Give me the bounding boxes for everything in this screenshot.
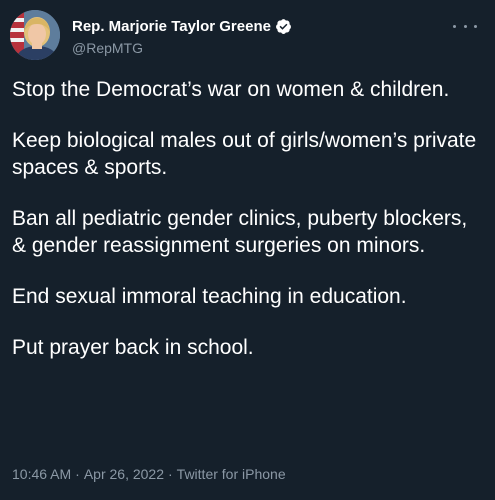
tweet-date[interactable]: Apr 26, 2022	[84, 466, 164, 482]
author-display-name[interactable]: Rep. Marjorie Taylor Greene	[72, 18, 271, 35]
more-horizontal-icon	[453, 24, 456, 28]
tweet-card: Rep. Marjorie Taylor Greene @RepMTG Stop…	[0, 0, 495, 500]
more-options-button[interactable]	[453, 18, 477, 34]
tweet-paragraph: Stop the Democrat’s war on women & child…	[12, 78, 450, 101]
meta-separator: ·	[75, 466, 80, 482]
tweet-paragraph: Put prayer back in school.	[12, 336, 254, 359]
tweet-source[interactable]: Twitter for iPhone	[177, 466, 286, 482]
author-handle[interactable]: @RepMTG	[72, 40, 143, 56]
tweet-time[interactable]: 10:46 AM	[12, 466, 71, 482]
tweet-header: Rep. Marjorie Taylor Greene @RepMTG	[10, 10, 485, 60]
tweet-text: Stop the Democrat’s war on women & child…	[12, 76, 482, 361]
tweet-paragraph: Keep biological males out of girls/women…	[12, 129, 477, 179]
tweet-metadata: 10:46 AM · Apr 26, 2022 · Twitter for iPhone	[12, 466, 286, 482]
verified-badge-icon	[275, 18, 292, 35]
author-name-row: Rep. Marjorie Taylor Greene	[72, 16, 292, 36]
tweet-paragraph: Ban all pediatric gender clinics, pubert…	[12, 207, 468, 257]
meta-separator: ·	[168, 466, 173, 482]
author-avatar[interactable]	[10, 10, 60, 60]
profile-photo-icon	[10, 10, 60, 60]
tweet-paragraph: End sexual immoral teaching in education…	[12, 285, 407, 308]
